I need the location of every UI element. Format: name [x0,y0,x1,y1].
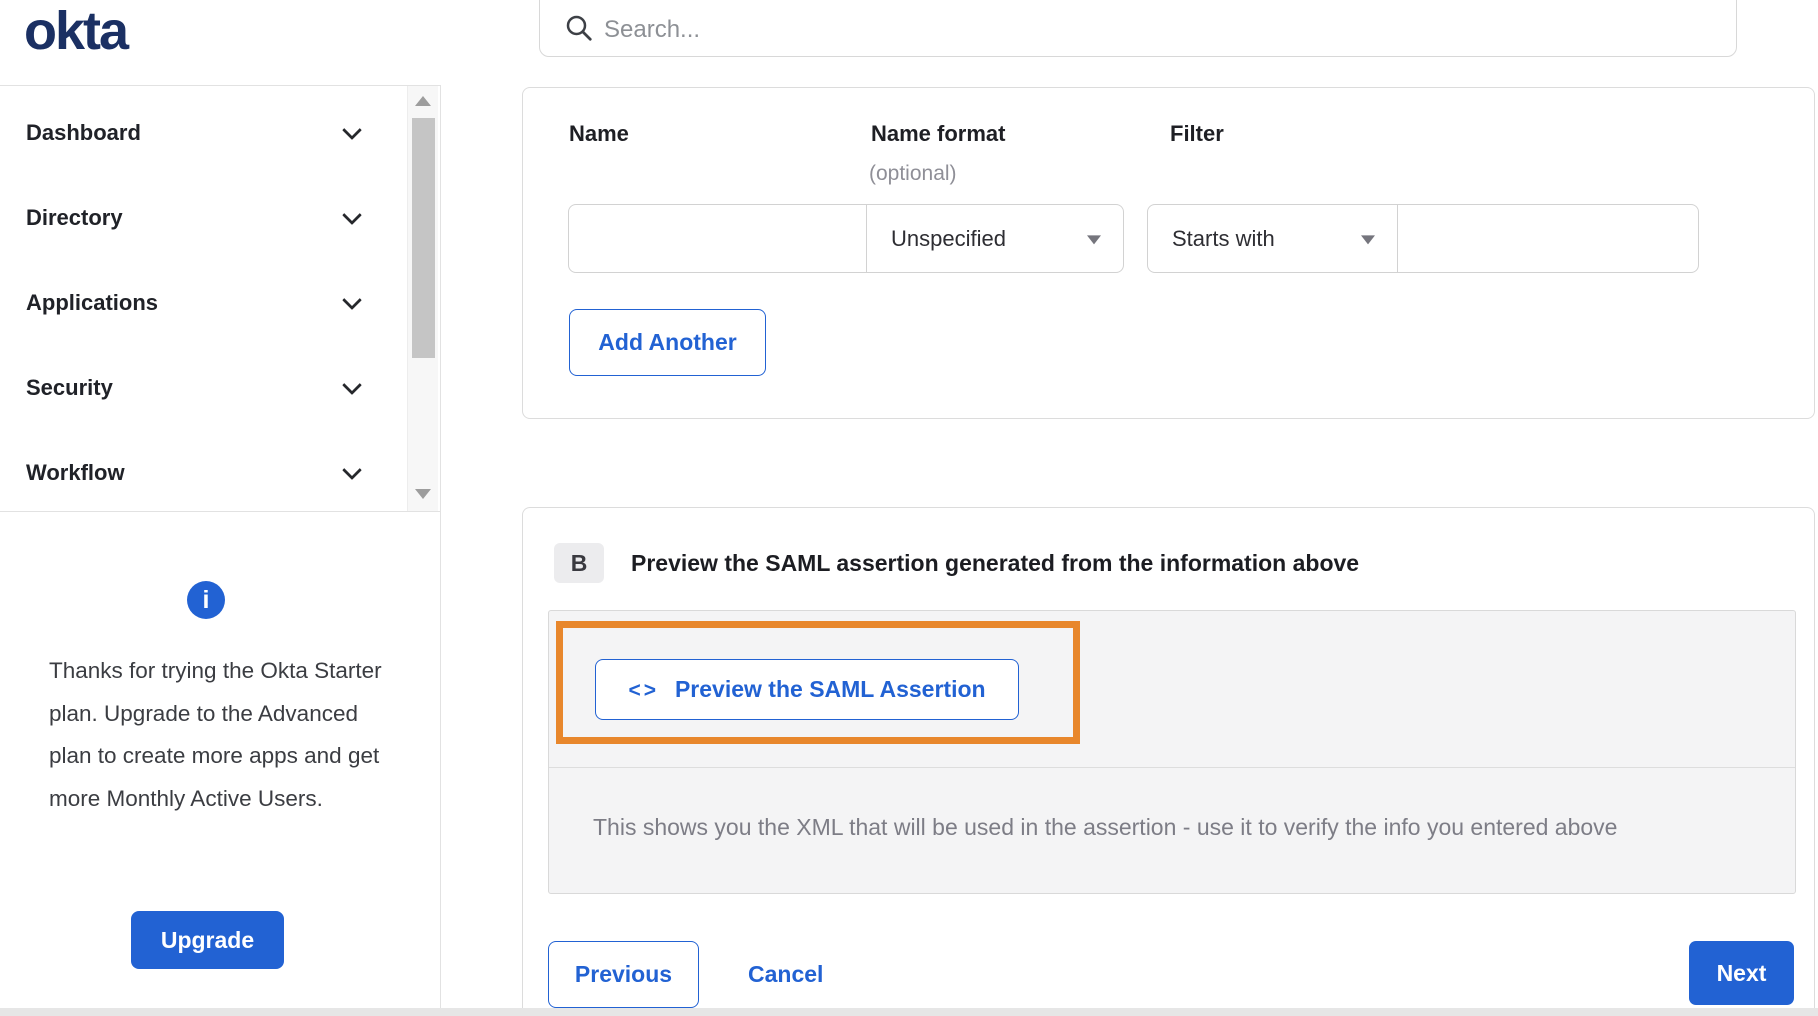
scroll-up-icon[interactable] [415,96,431,106]
section-b-badge: B [554,543,604,583]
upgrade-message: Thanks for trying the Okta Starter plan.… [49,658,382,811]
sidebar-top-border [0,85,440,86]
chevron-down-icon [342,374,362,395]
chevron-down-icon [342,119,362,140]
chevron-down-icon [342,204,362,225]
sidebar-item-label: Dashboard [26,119,141,145]
preview-panel: <> Preview the SAML Assertion This shows… [548,610,1796,894]
panel-divider [549,767,1795,768]
next-button[interactable]: Next [1689,941,1794,1005]
sidebar-item-applications[interactable]: Applications [0,260,407,345]
okta-admin-console: okta Dashboard Directory Applications Se… [0,0,1818,1016]
search-icon [566,15,592,41]
sidebar-item-workflow[interactable]: Workflow [0,430,407,515]
bottom-edge-strip [0,1008,1818,1016]
info-glyph: i [202,585,210,614]
filter-column-label: Filter [1170,121,1224,146]
sidebar-bottom-border [0,511,440,512]
name-format-select[interactable]: Unspecified [866,204,1124,273]
scrollbar-thumb[interactable] [412,118,435,358]
chevron-down-icon [342,289,362,310]
add-another-button[interactable]: Add Another [569,309,766,376]
global-search[interactable] [539,0,1737,57]
sidebar-item-directory[interactable]: Directory [0,175,407,260]
attribute-name-input[interactable] [568,204,867,273]
name-format-optional-label: (optional) [869,162,957,185]
caret-down-icon [1087,234,1101,244]
sidebar-item-label: Workflow [26,459,125,485]
okta-logo: okta [24,1,129,61]
sidebar-nav: Dashboard Directory Applications Securit… [0,90,407,515]
name-column-label: Name [569,121,629,146]
chevron-down-icon [342,459,362,480]
filter-value-input[interactable] [1397,204,1699,273]
sidebar-item-dashboard[interactable]: Dashboard [0,90,407,175]
previous-button[interactable]: Previous [548,941,699,1008]
sidebar-item-label: Security [26,374,113,400]
filter-type-select[interactable]: Starts with [1147,204,1398,273]
scroll-down-icon[interactable] [415,489,431,499]
upgrade-button[interactable]: Upgrade [131,911,284,969]
section-b-title: Preview the SAML assertion generated fro… [631,550,1360,576]
filter-type-selected-value: Starts with [1172,225,1275,251]
preview-saml-card: B Preview the SAML assertion generated f… [522,507,1815,1016]
code-icon: <> [628,678,659,702]
preview-description: This shows you the XML that will be used… [593,814,1618,840]
sidebar-item-label: Directory [26,204,123,230]
cancel-link[interactable]: Cancel [748,941,823,1008]
name-format-column-label: Name format [871,121,1006,146]
name-format-selected-value: Unspecified [891,225,1006,251]
sidebar-divider [440,85,441,1008]
info-icon: i [187,581,225,619]
sidebar-item-label: Applications [26,289,159,315]
sidebar-item-security[interactable]: Security [0,345,407,430]
preview-saml-button-label: Preview the SAML Assertion [674,676,986,702]
caret-down-icon [1361,234,1375,244]
preview-saml-assertion-button[interactable]: <> Preview the SAML Assertion [595,659,1019,720]
sidebar-scrollbar[interactable] [407,86,438,511]
search-input[interactable] [604,11,1704,49]
attribute-statements-card: Name Name format (optional) Filter Unspe… [522,87,1815,419]
